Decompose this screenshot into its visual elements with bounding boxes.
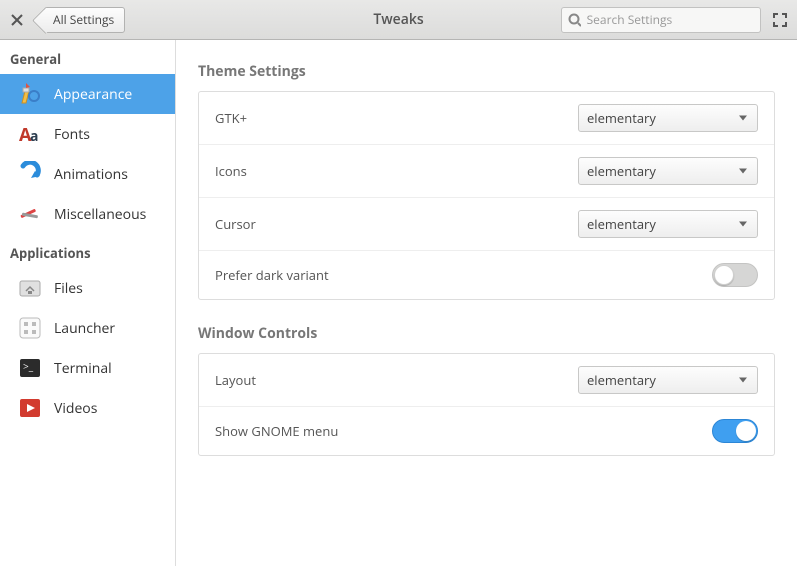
combo-value: elementary [587,109,656,127]
dark-variant-switch[interactable] [712,263,758,287]
gnome-menu-switch[interactable] [712,419,758,443]
combo-value: elementary [587,215,656,233]
animations-icon [16,160,44,188]
sidebar-item-label: Appearance [54,85,132,104]
fonts-icon: Aa [16,120,44,148]
terminal-icon: >_ [16,354,44,382]
appearance-icon [16,80,44,108]
launcher-icon [16,314,44,342]
sidebar: General Appearance Aa Fonts Animations M… [0,40,176,566]
cursor-combobox[interactable]: elementary [578,210,758,238]
row-gtk: GTK+ elementary [199,92,774,144]
section-title-window: Window Controls [198,324,775,343]
row-layout: Layout elementary [199,354,774,406]
gtk-combobox[interactable]: elementary [578,104,758,132]
headerbar: All Settings Tweaks [0,0,797,40]
sidebar-item-animations[interactable]: Animations [0,154,175,194]
row-cursor: Cursor elementary [199,197,774,250]
row-label: Cursor [215,215,256,233]
combo-value: elementary [587,162,656,180]
sidebar-item-fonts[interactable]: Aa Fonts [0,114,175,154]
sidebar-item-label: Launcher [54,319,115,338]
sidebar-header-general: General [0,40,175,74]
sidebar-item-appearance[interactable]: Appearance [0,74,175,114]
section-title-theme: Theme Settings [198,62,775,81]
sidebar-item-videos[interactable]: Videos [0,388,175,428]
row-dark-variant: Prefer dark variant [199,250,774,299]
sidebar-item-terminal[interactable]: >_ Terminal [0,348,175,388]
back-button[interactable]: All Settings [44,7,125,33]
sidebar-item-label: Fonts [54,125,90,144]
sidebar-item-launcher[interactable]: Launcher [0,308,175,348]
close-button[interactable] [8,11,26,29]
search-field[interactable] [561,7,761,33]
layout-combobox[interactable]: elementary [578,366,758,394]
row-label: Show GNOME menu [215,422,338,440]
sidebar-item-label: Terminal [54,359,112,378]
search-icon [568,13,581,27]
sidebar-item-files[interactable]: Files [0,268,175,308]
row-label: Icons [215,162,247,180]
row-label: Prefer dark variant [215,266,329,284]
sidebar-header-applications: Applications [0,234,175,268]
sidebar-item-miscellaneous[interactable]: Miscellaneous [0,194,175,234]
row-icons: Icons elementary [199,144,774,197]
close-icon [11,14,23,26]
combo-value: elementary [587,371,656,389]
svg-text:a: a [30,127,38,146]
svg-text:>_: >_ [23,359,34,373]
sidebar-item-label: Files [54,279,83,298]
theme-panel: GTK+ elementary Icons elementary Cursor … [198,91,775,300]
back-button-label: All Settings [53,11,114,28]
icons-combobox[interactable]: elementary [578,157,758,185]
files-icon [16,274,44,302]
expand-icon [773,13,787,27]
row-label: Layout [215,371,256,389]
sidebar-item-label: Videos [54,399,97,418]
sidebar-item-label: Miscellaneous [54,205,146,224]
row-label: GTK+ [215,109,247,127]
videos-icon [16,394,44,422]
window-panel: Layout elementary Show GNOME menu [198,353,775,456]
maximize-button[interactable] [771,11,789,29]
row-gnome-menu: Show GNOME menu [199,406,774,455]
miscellaneous-icon [16,200,44,228]
search-input[interactable] [587,11,754,28]
main-content: Theme Settings GTK+ elementary Icons ele… [176,40,797,566]
sidebar-item-label: Animations [54,165,128,184]
